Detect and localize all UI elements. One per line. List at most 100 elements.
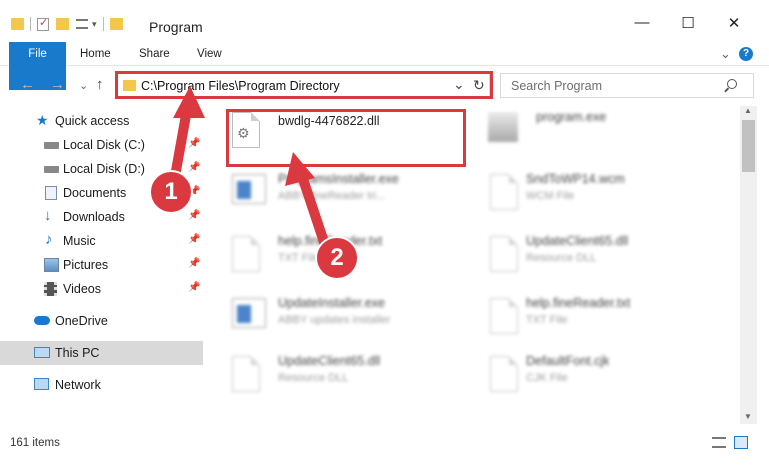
pin-icon[interactable]: 📌 <box>188 282 200 293</box>
pin-icon[interactable]: 📌 <box>188 138 200 149</box>
list-item[interactable]: DefaultFont.cjk CJK File <box>480 350 720 398</box>
film-strip-icon <box>44 282 57 296</box>
file-type: CJK File <box>526 372 568 384</box>
file-type: ABBY updates installer <box>278 314 391 326</box>
sidebar-item-label: This PC <box>55 346 100 360</box>
sidebar-item-label: OneDrive <box>55 314 108 328</box>
download-arrow-icon: ↓ <box>44 207 52 224</box>
close-button[interactable]: ✕ <box>719 14 749 34</box>
list-item[interactable]: SndToWP14.wcm WCM File <box>480 168 720 216</box>
search-box[interactable]: Search Program <box>500 73 754 98</box>
new-folder-icon[interactable] <box>56 18 69 30</box>
sidebar-item-network[interactable]: Network <box>0 373 203 397</box>
tab-view[interactable]: View <box>197 42 222 66</box>
file-name: program.exe <box>536 110 607 124</box>
search-placeholder: Search Program <box>511 79 603 93</box>
list-item[interactable]: UpdateInstaller.exe ABBY updates install… <box>212 292 452 340</box>
back-button[interactable]: ← <box>20 76 35 93</box>
ribbon-tabs: File Home Share View ⌄ ? <box>0 42 769 90</box>
pin-icon[interactable]: 📌 <box>188 210 200 221</box>
file-icon <box>490 356 518 392</box>
text-file-icon <box>490 298 518 334</box>
exe-file-icon <box>488 112 518 142</box>
vertical-scrollbar[interactable]: ▲ ▼ <box>740 106 757 424</box>
help-icon[interactable]: ? <box>739 47 753 61</box>
music-note-icon: ♪ <box>45 231 53 248</box>
sidebar-item-onedrive[interactable]: OneDrive <box>0 309 203 333</box>
sidebar-item-label: Local Disk (D:) <box>63 162 145 176</box>
scroll-up-icon[interactable]: ▲ <box>744 106 752 115</box>
separator <box>102 17 104 31</box>
text-file-icon <box>232 236 260 272</box>
sidebar-item-label: Pictures <box>63 258 109 272</box>
file-name: SndToWP14.wcm <box>526 172 625 186</box>
title-bar: ✓ ▾ Program — ☐ ✕ <box>0 0 769 40</box>
title-folder-icon <box>109 18 123 30</box>
window-title: Program <box>149 19 203 35</box>
sidebar-item-local-disk-c[interactable]: Local Disk (C:) 📌 <box>0 133 203 157</box>
pin-icon[interactable]: 📌 <box>188 258 200 269</box>
toolbar-dropdown-icon[interactable]: ▾ <box>92 19 97 30</box>
sidebar-item-videos[interactable]: Videos 📌 <box>0 277 203 301</box>
item-count: 161 items <box>10 437 60 449</box>
list-item[interactable]: ProgramsInstaller.exe ABBY fineReader tr… <box>212 168 452 216</box>
file-name: UpdateInstaller.exe <box>278 296 386 310</box>
list-item[interactable]: UpdateClient65.dll Resource DLL <box>480 230 720 278</box>
sidebar-item-music[interactable]: ♪ Music 📌 <box>0 229 203 253</box>
file-type: Resource DLL <box>278 372 349 384</box>
list-item[interactable]: UpdateClient65.dll Resource DLL <box>212 350 452 398</box>
drive-icon <box>44 142 59 149</box>
step-2-label: 2 <box>330 244 344 271</box>
navigation-pane: ★ Quick access Local Disk (C:) 📌 Local D… <box>0 106 206 424</box>
sidebar-item-pictures[interactable]: Pictures 📌 <box>0 253 203 277</box>
dll-file-icon <box>232 356 260 392</box>
drive-icon <box>44 166 59 173</box>
recent-locations-button[interactable]: ⌄ <box>79 79 88 92</box>
forward-button[interactable]: → <box>50 76 65 93</box>
customize-toolbar-icon[interactable] <box>76 19 88 29</box>
cloud-icon <box>34 316 50 325</box>
separator <box>30 17 31 31</box>
status-bar: 161 items <box>0 428 769 456</box>
sidebar-item-label: Downloads <box>63 210 125 224</box>
pin-icon[interactable]: 📌 <box>188 234 200 245</box>
file-name: DefaultFont.cjk <box>526 354 610 368</box>
maximize-button[interactable]: ☐ <box>673 14 703 34</box>
large-icons-view-icon[interactable] <box>734 436 748 449</box>
sidebar-item-label: Videos <box>63 282 101 296</box>
list-item[interactable]: program.exe <box>480 106 720 154</box>
details-view-icon[interactable] <box>712 437 726 448</box>
network-icon <box>34 378 49 390</box>
list-item[interactable]: help.fineReader.txt TXT File <box>480 292 720 340</box>
up-button[interactable]: ↑ <box>96 76 104 93</box>
tab-share[interactable]: Share <box>139 42 170 66</box>
step-1-label: 1 <box>164 178 178 205</box>
properties-check-icon[interactable]: ✓ <box>37 17 49 31</box>
installer-icon <box>232 174 266 204</box>
file-name: UpdateClient65.dll <box>526 234 629 248</box>
sidebar-item-quick-access[interactable]: ★ Quick access <box>0 109 203 133</box>
scrollbar-thumb[interactable] <box>742 120 755 172</box>
computer-icon <box>34 347 50 358</box>
folder-icon[interactable] <box>11 18 24 30</box>
quick-access-toolbar: ✓ ▾ <box>11 17 123 31</box>
scroll-down-icon[interactable]: ▼ <box>744 412 752 421</box>
star-icon: ★ <box>36 112 49 128</box>
pin-icon[interactable]: 📌 <box>188 186 200 197</box>
sidebar-item-label: Documents <box>63 186 127 200</box>
tab-home[interactable]: Home <box>80 42 111 66</box>
minimize-button[interactable]: — <box>627 14 657 34</box>
file-type: WCM File <box>526 190 575 202</box>
file-type: ABBY fineReader tri... <box>278 190 386 202</box>
file-type: TXT File <box>278 252 320 264</box>
pictures-icon <box>44 258 59 272</box>
address-highlight <box>115 71 493 99</box>
sidebar-item-this-pc[interactable]: This PC <box>0 341 203 365</box>
file-name: UpdateClient65.dll <box>278 354 381 368</box>
file-name: ProgramsInstaller.exe <box>278 172 399 186</box>
ribbon-collapse-icon[interactable]: ⌄ <box>720 42 731 66</box>
sidebar-item-label: Network <box>55 378 101 392</box>
pin-icon[interactable]: 📌 <box>188 162 200 173</box>
sidebar-item-downloads[interactable]: ↓ Downloads 📌 <box>0 205 203 229</box>
file-highlight <box>226 109 466 167</box>
